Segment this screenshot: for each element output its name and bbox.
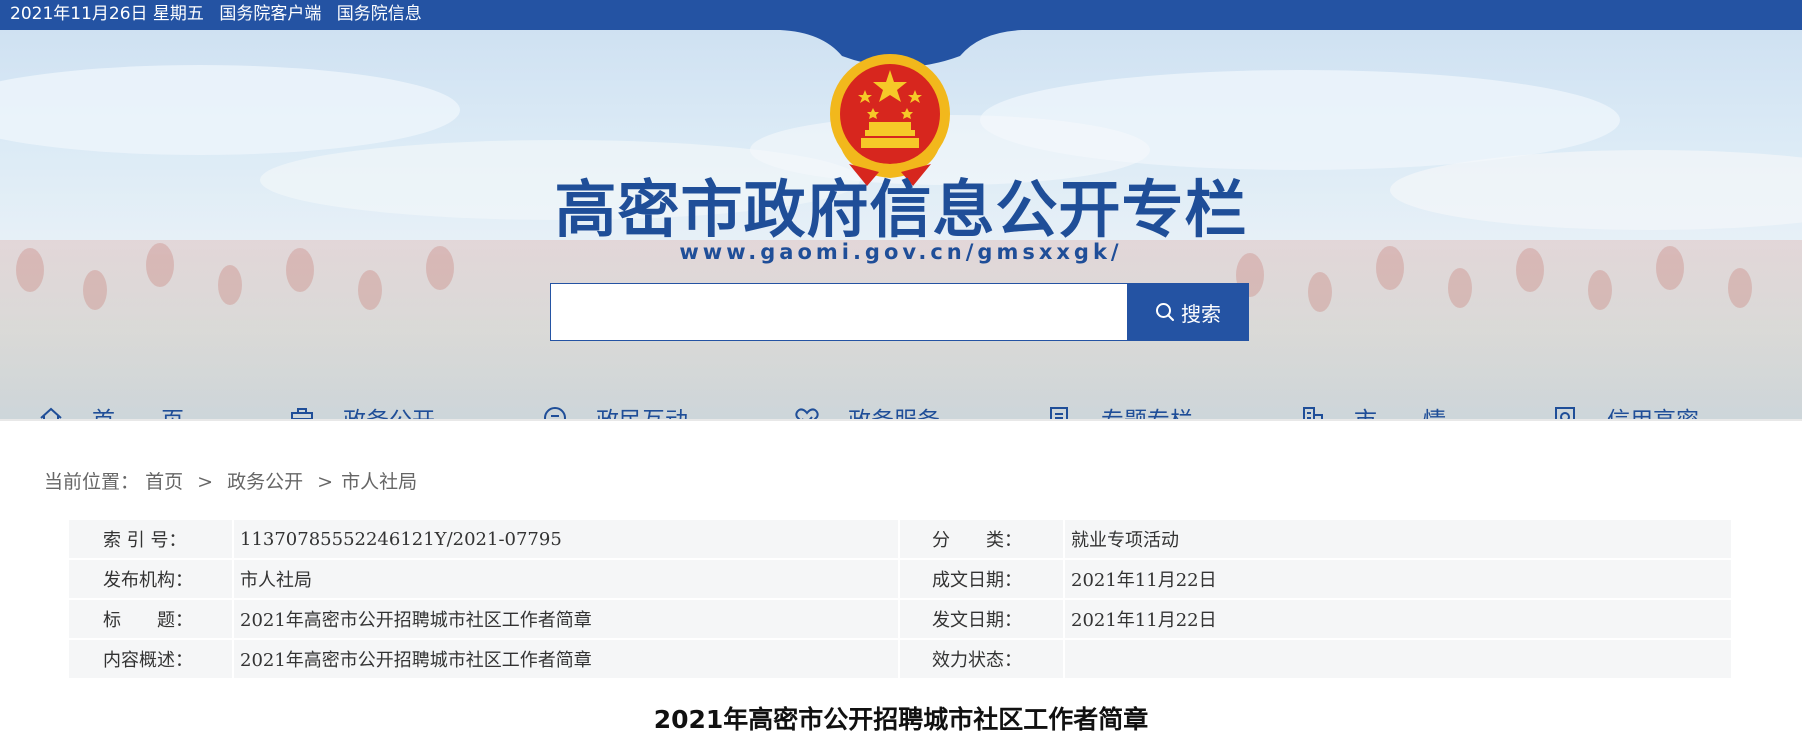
summary-value: 2021年高密市公开招聘城市社区工作者简章 [234,640,900,680]
breadcrumb-separator: > [317,471,334,493]
building-icon [1303,407,1323,419]
validity-status-value [1065,640,1731,680]
nav-item-label: 首 页 [92,401,184,419]
table-row: 发布机构： 市人社局 成文日期： 2021年11月22日 [69,560,1731,600]
nav-item-services[interactable]: 政务服务 [794,390,940,419]
title-label: 标 题： [69,600,234,640]
current-date: 2021年11月26日 星期五 [10,4,204,24]
breadcrumb-government-affairs[interactable]: 政务公开 [227,471,303,493]
table-row: 内容概述： 2021年高密市公开招聘城市社区工作者简章 效力状态： [69,640,1731,680]
credit-search-icon [1555,407,1575,419]
table-row: 索 引 号： 11370785552246121Y/2021-07795 分 类… [69,520,1731,560]
nav-item-label: 市 情 [1354,401,1446,419]
breadcrumb: 当前位置： 首页 > 政务公开 > 市人社局 [44,467,417,494]
chat-icon [544,407,566,419]
home-icon [40,407,62,419]
nav-item-label: 政务服务 [848,401,940,419]
state-council-info-link[interactable]: 国务院信息 [337,4,422,24]
title-value: 2021年高密市公开招聘城市社区工作者简章 [234,600,900,640]
document-icon [1050,407,1068,419]
written-date-value: 2021年11月22日 [1065,560,1731,600]
publisher-label: 发布机构： [69,560,234,600]
index-number-label: 索 引 号： [69,520,234,560]
article-title: 2021年高密市公开招聘城市社区工作者简章 [653,705,1149,734]
nav-item-label: 政民互动 [596,401,688,419]
summary-label: 内容概述： [69,640,234,680]
issue-date-value: 2021年11月22日 [1065,600,1731,640]
breadcrumb-prefix: 当前位置： [44,471,140,493]
table-row: 标 题： 2021年高密市公开招聘城市社区工作者简章 发文日期： 2021年11… [69,600,1731,640]
handshake-icon [795,408,819,419]
nav-item-label: 信用高密 [1607,401,1699,419]
national-emblem-icon [830,54,950,186]
search-button-label: 搜索 [1181,301,1221,326]
nav-item-topics[interactable]: 专题专栏 [1047,390,1193,419]
nav-item-label: 专题专栏 [1101,401,1193,419]
document-metadata-table: 索 引 号： 11370785552246121Y/2021-07795 分 类… [69,520,1731,680]
written-date-label: 成文日期： [900,560,1065,600]
publisher-value: 市人社局 [234,560,900,600]
index-number-value: 11370785552246121Y/2021-07795 [234,520,900,560]
nav-item-credit[interactable]: 信用高密 [1553,390,1699,419]
validity-status-label: 效力状态： [900,640,1065,680]
category-label: 分 类： [900,520,1065,560]
nav-item-home[interactable]: 首 页 [38,390,184,419]
main-nav: 首 页 政务公开 政民互动 政务服务 [0,390,1802,419]
site-title: 高密市政府信息公开专栏 [554,173,1248,246]
search-button[interactable]: 搜索 [1127,283,1249,341]
nav-item-interaction[interactable]: 政民互动 [542,390,688,419]
state-council-client-link[interactable]: 国务院客户端 [219,4,321,24]
header-divider [0,419,1802,421]
nav-item-label: 政务公开 [343,401,435,419]
breadcrumb-home[interactable]: 首页 [145,471,183,493]
site-url: www.gaomi.gov.cn/gmsxxgk/ [679,240,1123,264]
top-bar: 2021年11月26日 星期五 国务院客户端 国务院信息 [0,0,1802,30]
nav-item-city-info[interactable]: 市 情 [1300,390,1446,419]
category-value: 就业专项活动 [1065,520,1731,560]
briefcase-icon [291,408,313,419]
site-header: 高密市政府信息公开专栏 www.gaomi.gov.cn/gmsxxgk/ 搜索… [0,30,1802,419]
breadcrumb-hr-bureau[interactable]: 市人社局 [341,471,417,493]
search-icon [1156,303,1174,321]
search-input[interactable] [550,283,1128,341]
issue-date-label: 发文日期： [900,600,1065,640]
nav-item-government-affairs[interactable]: 政务公开 [289,390,435,419]
breadcrumb-separator: > [197,471,214,493]
